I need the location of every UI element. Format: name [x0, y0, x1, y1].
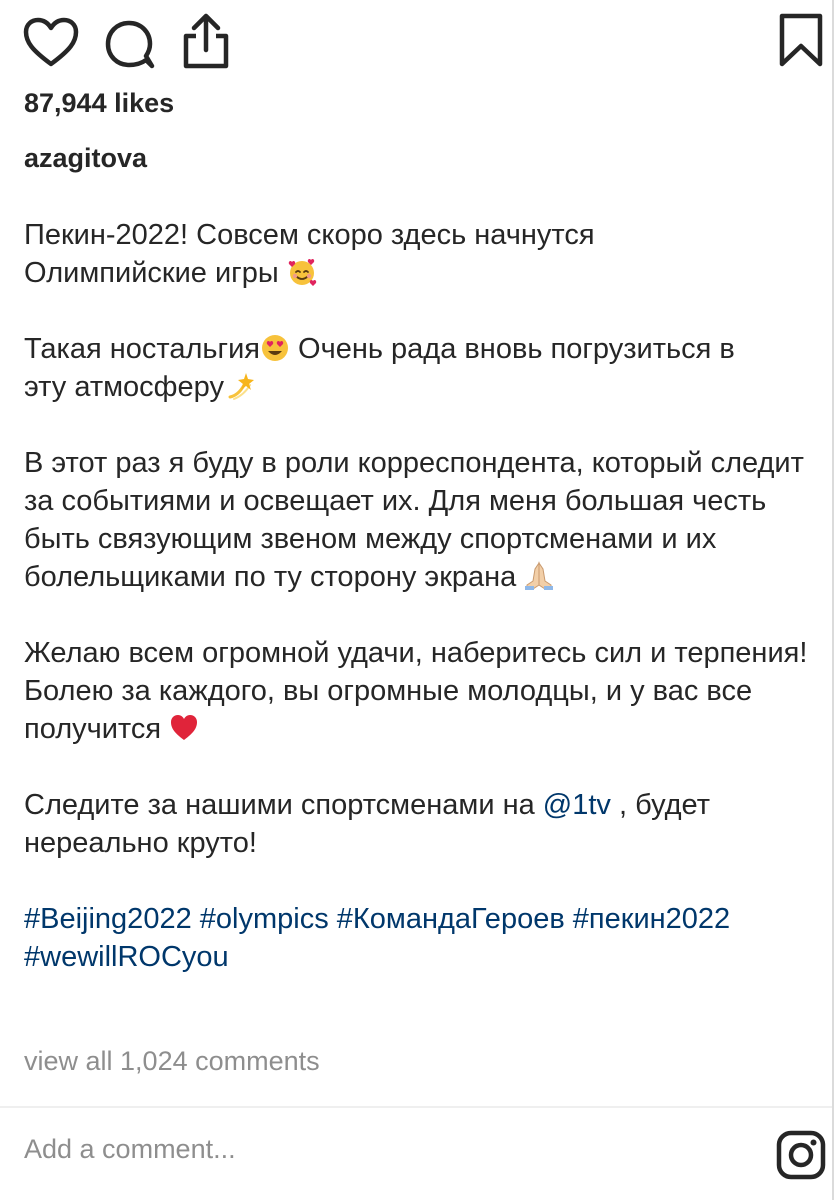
add-comment-input[interactable]	[24, 1134, 744, 1165]
caption-paragraph-5: Следите за нашими спортсменами на @1tv ,…	[24, 786, 814, 862]
bookmark-icon[interactable]	[776, 12, 826, 70]
instagram-icon[interactable]	[776, 1130, 826, 1180]
hashtag-link[interactable]: #пекин2022	[573, 903, 730, 935]
heart-eyes-icon	[260, 333, 290, 363]
caption-text: Желаю всем огромной удачи, наберитесь си…	[24, 637, 808, 745]
smiling-face-with-hearts-icon	[287, 257, 317, 287]
caption-paragraph-4: Желаю всем огромной удачи, наберитесь си…	[24, 634, 814, 748]
share-upload-icon[interactable]	[180, 10, 232, 72]
caption-text: Очень рада вновь погрузиться в	[290, 333, 735, 365]
caption-hashtags: #Beijing2022 #olympics #КомандаГероев #п…	[24, 900, 814, 976]
hashtag-link[interactable]: #olympics	[200, 903, 329, 935]
action-bar	[0, 0, 834, 84]
caption-text: Олимпийские игры	[24, 257, 279, 289]
folded-hands-icon	[524, 561, 554, 591]
hashtag-link[interactable]: #Beijing2022	[24, 903, 192, 935]
heart-icon[interactable]	[22, 16, 80, 70]
caption-text: Следите за нашими спортсменами на	[24, 789, 543, 821]
comment-bubble-icon[interactable]	[102, 16, 158, 72]
post-caption: Пекин-2022! Совсем скоро здесь начнутся …	[24, 216, 814, 976]
divider	[0, 1106, 832, 1108]
likes-count[interactable]: 87,944 likes	[24, 88, 174, 119]
caption-text: Такая ностальгия	[24, 333, 260, 365]
hashtag-link[interactable]: #КомандаГероев	[337, 903, 565, 935]
caption-paragraph-2: Такая ностальгия Очень рада вновь погруз…	[24, 330, 814, 406]
caption-paragraph-1: Пекин-2022! Совсем скоро здесь начнутся …	[24, 216, 814, 292]
hashtag-link[interactable]: #wewillROCyou	[24, 941, 229, 973]
caption-paragraph-3: В этот раз я буду в роли корреспондента,…	[24, 444, 814, 596]
mention-link[interactable]: @1tv	[543, 789, 611, 821]
caption-text: Пекин-2022! Совсем скоро здесь начнутся	[24, 219, 595, 251]
caption-text: эту атмосферу	[24, 371, 224, 403]
caption-text: В этот раз я буду в роли корреспондента,…	[24, 447, 804, 593]
post-username[interactable]: azagitova	[24, 143, 147, 174]
dizzy-star-icon	[224, 371, 254, 401]
red-heart-icon	[169, 713, 199, 743]
view-all-comments-link[interactable]: view all 1,024 comments	[24, 1046, 320, 1077]
